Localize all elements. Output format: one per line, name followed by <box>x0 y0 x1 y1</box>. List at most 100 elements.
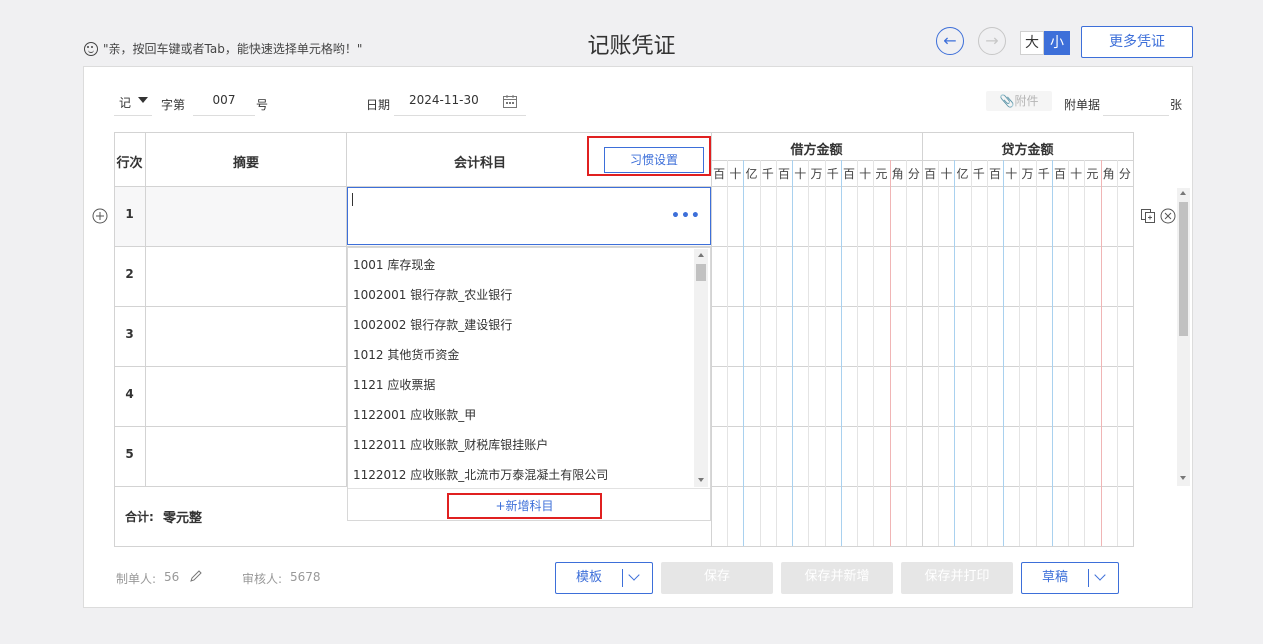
digit-header: 十 <box>940 167 953 181</box>
digit-gridline <box>873 160 874 546</box>
digit-gridline <box>1084 160 1085 546</box>
digit-header: 万 <box>1021 167 1034 181</box>
digit-header: 千 <box>761 167 774 181</box>
save-button[interactable]: 保存 <box>661 562 773 594</box>
date-input[interactable]: 2024-11-30 <box>394 93 526 116</box>
more-options-icon[interactable]: ••• <box>671 208 701 224</box>
dropdown-option[interactable]: 1002001 银行存款_农业银行 <box>353 286 512 303</box>
chevron-down-icon[interactable] <box>1094 569 1106 581</box>
split-divider <box>1088 569 1089 587</box>
dropdown-option[interactable]: 1121 应收票据 <box>353 376 435 393</box>
attachment-button[interactable]: 📎附件 <box>986 91 1052 111</box>
digit-gridline <box>1101 160 1102 546</box>
attach-count-input[interactable] <box>1103 93 1169 116</box>
digit-gridline <box>1003 160 1004 546</box>
more-vouchers-button[interactable]: 更多凭证 <box>1081 26 1193 58</box>
save-print-button[interactable]: 保存并打印 <box>901 562 1013 594</box>
template-button[interactable]: 模板 <box>555 562 653 594</box>
zhang-label: 张 <box>1170 98 1183 112</box>
save-new-button[interactable]: 保存并新增 <box>781 562 893 594</box>
digit-header: 千 <box>972 167 985 181</box>
digit-header: 百 <box>842 167 855 181</box>
digit-gridline <box>1052 160 1053 546</box>
digit-header: 千 <box>826 167 839 181</box>
row-number: 5 <box>125 447 134 461</box>
edit-icon[interactable] <box>189 569 203 583</box>
size-large-toggle[interactable]: 大 <box>1020 31 1044 55</box>
size-small-toggle[interactable]: 小 <box>1044 31 1070 55</box>
chevron-down-icon[interactable] <box>628 569 640 581</box>
scrollbar-thumb[interactable] <box>1179 202 1188 336</box>
attach-doc-label: 附单据 <box>1064 98 1101 112</box>
template-label: 模板 <box>575 570 602 585</box>
delete-row-icon[interactable] <box>1160 208 1176 224</box>
paperclip-icon: 📎 <box>999 94 1015 108</box>
digit-gridline <box>1117 160 1118 546</box>
digit-header: 元 <box>875 167 888 181</box>
zi-label: 字第 <box>161 98 186 112</box>
scroll-up-icon[interactable] <box>1180 191 1186 195</box>
maker-value: 56 <box>164 570 180 584</box>
digit-gridline <box>954 160 955 546</box>
digit-header: 十 <box>1070 167 1083 181</box>
add-row-icon[interactable] <box>92 208 108 224</box>
scroll-down-icon[interactable] <box>1180 476 1186 480</box>
digit-header: 十 <box>794 167 807 181</box>
total-label: 合计: <box>125 510 154 524</box>
credit-header: 贷方金额 <box>1001 143 1054 158</box>
digit-gridline <box>808 160 809 546</box>
digit-gridline <box>1068 160 1069 546</box>
table-scrollbar[interactable] <box>1177 188 1190 486</box>
dropdown-option[interactable]: 1122012 应收账款_北流市万泰混凝土有限公司 <box>353 466 608 483</box>
dropdown-option[interactable]: 1122001 应收账款_甲 <box>353 406 476 423</box>
digit-gridline <box>776 160 777 546</box>
digit-gridline <box>857 160 858 546</box>
digit-header: 百 <box>1053 167 1066 181</box>
dropdown-scroll-thumb[interactable] <box>696 264 706 281</box>
digit-gridline <box>987 160 988 546</box>
debit-header: 借方金额 <box>790 143 843 158</box>
digit-header: 十 <box>1005 167 1018 181</box>
digit-header: 百 <box>924 167 937 181</box>
arrow-right-icon: → <box>985 31 999 50</box>
arrow-left-icon: ← <box>943 31 957 50</box>
dropdown-option[interactable]: 1001 库存现金 <box>353 256 435 273</box>
digit-gridline <box>727 160 728 546</box>
add-account-button[interactable]: +新增科目 <box>447 493 602 519</box>
reviewer-value: 5678 <box>290 570 321 584</box>
digit-gridline <box>841 160 842 546</box>
digit-header: 十 <box>729 167 742 181</box>
dropdown-scroll-up-icon[interactable] <box>698 253 704 257</box>
account-input[interactable] <box>347 187 711 245</box>
digit-header: 百 <box>778 167 791 181</box>
draft-button[interactable]: 草稿 <box>1021 562 1119 594</box>
dropdown-option[interactable]: 1002002 银行存款_建设银行 <box>353 316 512 333</box>
copy-row-icon[interactable] <box>1140 208 1156 224</box>
attachment-label: 附件 <box>1014 94 1039 108</box>
digit-header: 元 <box>1086 167 1099 181</box>
habit-settings-button[interactable]: 习惯设置 <box>604 147 704 173</box>
digit-header: 角 <box>1102 167 1115 181</box>
digit-gridline <box>825 160 826 546</box>
prev-voucher-button[interactable]: ← <box>936 27 964 55</box>
digit-gridline <box>792 160 793 546</box>
next-voucher-button[interactable]: → <box>978 27 1006 55</box>
digit-gridline <box>743 160 744 546</box>
dropdown-scrollbar[interactable] <box>694 249 708 487</box>
calendar-icon[interactable] <box>502 94 518 109</box>
dropdown-option[interactable]: 1012 其他货币资金 <box>353 346 459 363</box>
digit-header: 角 <box>891 167 904 181</box>
dropdown-option[interactable]: 1122011 应收账款_财税库银挂账户 <box>353 436 548 453</box>
digit-gridline <box>938 160 939 546</box>
digit-header: 亿 <box>956 167 969 181</box>
digit-gridline <box>971 160 972 546</box>
type-underline <box>114 115 152 116</box>
digit-header: 百 <box>989 167 1002 181</box>
caret-down-icon <box>138 97 148 103</box>
dropdown-scroll-down-icon[interactable] <box>698 478 704 482</box>
col-account-header: 会计科目 <box>453 156 506 171</box>
voucher-type-select[interactable]: 记 <box>114 94 152 116</box>
row-number: 1 <box>125 207 134 221</box>
row-number: 4 <box>125 387 134 401</box>
voucher-number-input[interactable]: 007 <box>193 93 255 116</box>
